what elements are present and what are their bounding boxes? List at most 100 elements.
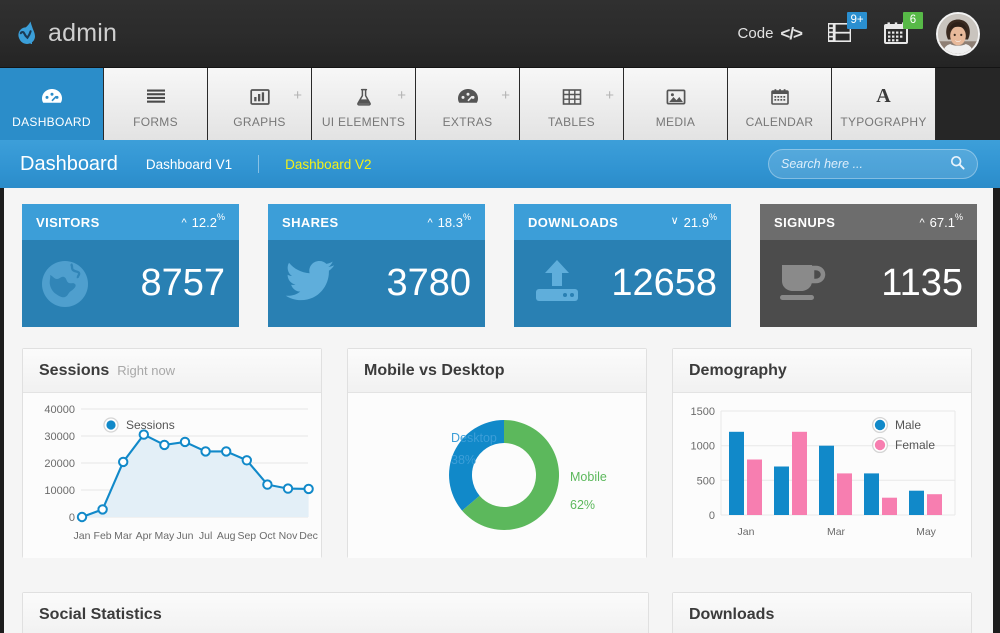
calendar-badge-count: 6 bbox=[903, 11, 923, 29]
breadcrumb-dashboard-v1[interactable]: Dashboard V1 bbox=[146, 157, 232, 172]
tab-typography[interactable]: A TYPOGRAPHY bbox=[832, 68, 936, 140]
expand-plus-icon[interactable]: + bbox=[605, 88, 614, 103]
panel-social-statistics: Social Statistics bbox=[22, 592, 649, 633]
svg-text:500: 500 bbox=[697, 475, 715, 487]
tab-dashboard[interactable]: DASHBOARD bbox=[0, 68, 104, 140]
stat-card-visitors[interactable]: VISITORS ^ 12.2 % 8757 bbox=[22, 204, 239, 327]
stat-card-body: 1135 bbox=[760, 240, 977, 327]
svg-text:Jul: Jul bbox=[199, 530, 212, 542]
svg-text:1000: 1000 bbox=[691, 441, 715, 453]
search-box[interactable] bbox=[768, 149, 978, 179]
tab-label: TABLES bbox=[548, 114, 595, 129]
panel-title: Demography bbox=[689, 361, 787, 379]
stat-card-header: DOWNLOADS ∨ 21.9 % bbox=[514, 204, 731, 240]
mobile-desktop-donut-chart[interactable]: Mobile 62% Desktop 38% bbox=[348, 393, 646, 557]
svg-text:Mar: Mar bbox=[827, 526, 846, 538]
bar-chart-icon bbox=[249, 84, 270, 110]
forms-icon bbox=[145, 84, 167, 110]
svg-text:Feb: Feb bbox=[94, 530, 112, 542]
bar-male bbox=[819, 445, 834, 515]
tab-label: CALENDAR bbox=[745, 114, 814, 129]
svg-text:40000: 40000 bbox=[44, 404, 75, 416]
breadcrumb-separator bbox=[258, 155, 260, 173]
page-title: Dashboard bbox=[20, 152, 118, 175]
breadcrumb-bar: Dashboard Dashboard V1 Dashboard V2 bbox=[0, 140, 1000, 188]
stat-label: SIGNUPS bbox=[774, 214, 836, 230]
tab-calendar[interactable]: CALENDAR bbox=[728, 68, 832, 140]
tab-tables[interactable]: TABLES + bbox=[520, 68, 624, 140]
right-page-edge bbox=[993, 188, 1000, 633]
main-navigation-tabs: DASHBOARD FORMS GRAPHS + UI ELEMENTS + E… bbox=[0, 68, 1000, 140]
svg-text:1500: 1500 bbox=[691, 406, 715, 418]
demography-bar-chart[interactable]: 1500 1000 500 0 Male Female Jan Mar May bbox=[673, 393, 971, 557]
video-notifications-button[interactable]: 9+ bbox=[824, 11, 867, 51]
search-icon[interactable] bbox=[950, 155, 965, 173]
stat-label: SHARES bbox=[282, 214, 339, 230]
globe-icon bbox=[38, 257, 92, 311]
sessions-chart-body: 40000 30000 20000 10000 0 Sessions Jan F… bbox=[23, 393, 321, 558]
svg-text:20000: 20000 bbox=[44, 458, 75, 470]
svg-text:Sep: Sep bbox=[237, 530, 256, 542]
bar-male bbox=[729, 431, 744, 515]
stat-value: 8757 bbox=[140, 262, 225, 304]
svg-text:Jun: Jun bbox=[177, 530, 194, 542]
tab-media[interactable]: MEDIA bbox=[624, 68, 728, 140]
stat-value: 1135 bbox=[881, 262, 963, 304]
breadcrumb-dashboard-v2[interactable]: Dashboard V2 bbox=[285, 157, 371, 172]
panel-header: Demography bbox=[673, 349, 971, 393]
stat-card-body: 8757 bbox=[22, 240, 239, 327]
panel-subtitle: Right now bbox=[117, 363, 176, 378]
brand-logo-link[interactable]: admin bbox=[12, 19, 117, 49]
tab-extras[interactable]: EXTRAS + bbox=[416, 68, 520, 140]
svg-text:30000: 30000 bbox=[44, 431, 75, 443]
expand-plus-icon[interactable]: + bbox=[397, 88, 406, 103]
brand-name: admin bbox=[48, 19, 118, 47]
stat-card-header: VISITORS ^ 12.2 % bbox=[22, 204, 239, 240]
stat-change: ^ 12.2 % bbox=[182, 211, 226, 230]
svg-text:Jan: Jan bbox=[738, 526, 755, 538]
upload-icon bbox=[530, 257, 584, 311]
donut-value-desktop: 38% bbox=[451, 453, 476, 467]
svg-text:Mar: Mar bbox=[114, 530, 133, 542]
svg-text:Apr: Apr bbox=[136, 530, 153, 542]
panel-title: Social Statistics bbox=[39, 605, 162, 623]
video-badge-count: 9+ bbox=[847, 11, 867, 29]
tab-ui-elements[interactable]: UI ELEMENTS + bbox=[312, 68, 416, 140]
svg-text:Dec: Dec bbox=[299, 530, 318, 542]
tab-label: UI ELEMENTS bbox=[321, 114, 406, 129]
svg-text:0: 0 bbox=[709, 510, 715, 522]
tab-forms[interactable]: FORMS bbox=[104, 68, 208, 140]
stat-change-value: 21.9 bbox=[683, 214, 709, 230]
code-label: Code bbox=[737, 25, 774, 42]
stat-value: 12658 bbox=[611, 262, 717, 304]
expand-plus-icon[interactable]: + bbox=[293, 88, 302, 103]
top-header-bar: admin Code </> 9+ 6 bbox=[0, 0, 1000, 68]
stat-change-value: 12.2 bbox=[191, 214, 217, 230]
sessions-x-axis: Jan Feb Mar Apr May Jun Jul Aug Sep Oct … bbox=[74, 530, 318, 542]
dashboard-icon bbox=[41, 84, 63, 110]
stat-card-downloads[interactable]: DOWNLOADS ∨ 21.9 % 12658 bbox=[514, 204, 731, 327]
expand-plus-icon[interactable]: + bbox=[501, 88, 510, 103]
svg-text:Male: Male bbox=[895, 418, 921, 432]
code-link[interactable]: Code </> bbox=[737, 24, 803, 44]
coffee-icon bbox=[776, 257, 830, 311]
tab-graphs[interactable]: GRAPHS + bbox=[208, 68, 312, 140]
sessions-area-chart[interactable]: 40000 30000 20000 10000 0 Sessions Jan F… bbox=[23, 393, 321, 557]
donut-label-desktop: Desktop bbox=[451, 431, 497, 445]
percent-sign: % bbox=[216, 211, 225, 222]
user-avatar[interactable] bbox=[936, 11, 980, 56]
stat-card-signups[interactable]: SIGNUPS ^ 67.1 % 1135 bbox=[760, 204, 977, 327]
calendar-icon bbox=[770, 84, 790, 110]
search-input[interactable] bbox=[781, 157, 950, 171]
stat-change: ∨ 21.9 % bbox=[671, 212, 717, 230]
bar-female bbox=[747, 459, 762, 515]
image-icon bbox=[666, 84, 686, 110]
stat-card-header: SHARES ^ 18.3 % bbox=[268, 204, 485, 240]
bar-female bbox=[837, 473, 852, 515]
tab-label: TYPOGRAPHY bbox=[840, 114, 927, 129]
tab-label: EXTRAS bbox=[442, 114, 493, 129]
stat-card-shares[interactable]: SHARES ^ 18.3 % 3780 bbox=[268, 204, 485, 327]
svg-text:Jan: Jan bbox=[74, 530, 91, 542]
calendar-notifications-button[interactable]: 6 bbox=[880, 11, 923, 51]
stat-label: DOWNLOADS bbox=[528, 214, 619, 230]
